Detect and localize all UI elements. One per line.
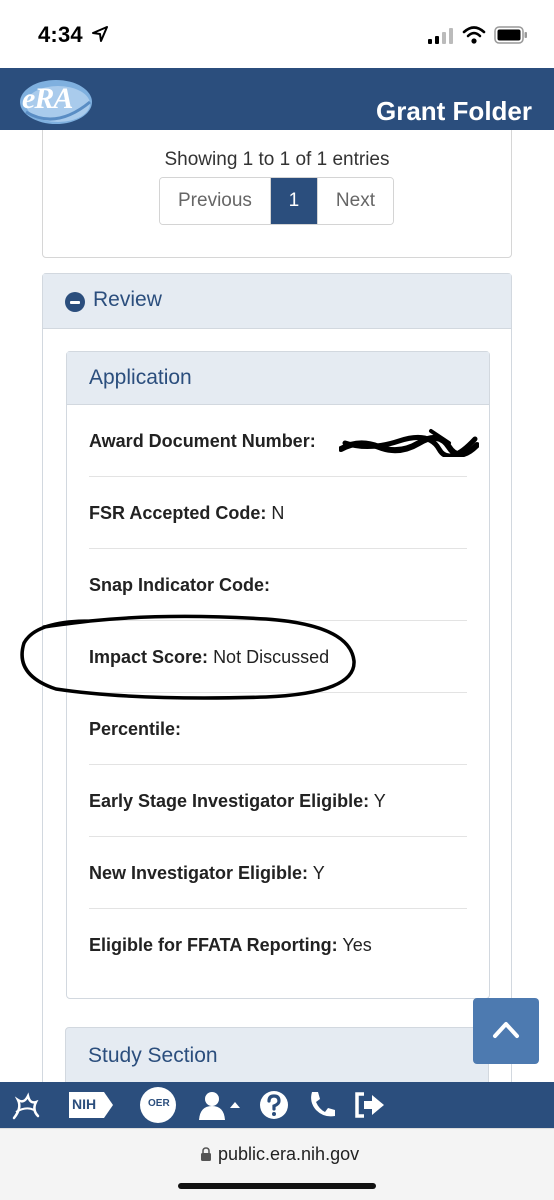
url-text[interactable]: public.era.nih.gov [218, 1144, 359, 1165]
field-new-investigator: New Investigator Eligible: Y [89, 837, 467, 909]
field-label: Eligible for FFATA Reporting: [89, 935, 338, 955]
page-1-button[interactable]: 1 [270, 178, 317, 224]
field-fsr-accepted-code: FSR Accepted Code: N [89, 477, 467, 549]
wifi-icon [462, 26, 486, 44]
field-value: Y [373, 791, 386, 811]
application-header: Application [67, 352, 489, 405]
field-label: Early Stage Investigator Eligible: [89, 791, 370, 811]
phone-icon[interactable] [306, 1088, 336, 1122]
browser-address-bar[interactable]: public.era.nih.gov [0, 1128, 554, 1200]
main-content[interactable]: Showing 1 to 1 of 1 entries Previous 1 N… [0, 130, 554, 1082]
application-title: Application [89, 366, 192, 389]
status-bar: 4:34 [0, 0, 554, 68]
lock-icon [201, 1147, 211, 1161]
field-label: New Investigator Eligible: [89, 863, 309, 883]
chevron-up-icon [493, 1022, 519, 1038]
nih-icon[interactable]: NIH [68, 1090, 114, 1120]
field-percentile: Percentile: [89, 693, 467, 765]
oer-icon[interactable]: OER [140, 1087, 176, 1123]
location-arrow-icon [92, 26, 108, 42]
logout-icon[interactable] [352, 1088, 386, 1122]
oer-label: OER [148, 1098, 170, 1109]
logo-text: eRA [22, 82, 73, 115]
field-award-document-number: Award Document Number: [89, 405, 479, 477]
nih-label: NIH [72, 1096, 97, 1112]
app-header: eRA Grant Folder [0, 68, 554, 130]
help-icon[interactable] [258, 1088, 290, 1122]
status-time: 4:34 [38, 22, 83, 47]
field-label: Snap Indicator Code: [89, 575, 271, 595]
field-value: Y [312, 863, 325, 883]
next-page-button[interactable]: Next [316, 178, 393, 224]
hhs-icon[interactable] [8, 1088, 44, 1122]
previous-page-button[interactable]: Previous [160, 178, 271, 224]
page-title: Grant Folder [375, 96, 532, 126]
battery-icon [494, 26, 527, 44]
hand-drawn-circle [20, 614, 356, 700]
review-header[interactable]: Review [43, 274, 511, 329]
nih-toolbar: NIH OER [0, 1082, 554, 1128]
entries-panel: Showing 1 to 1 of 1 entries Previous 1 N… [42, 130, 512, 258]
scroll-to-top-button[interactable] [473, 998, 539, 1064]
home-indicator [178, 1183, 376, 1189]
field-label: Award Document Number: [89, 431, 316, 451]
field-early-stage-investigator: Early Stage Investigator Eligible: Y [89, 765, 467, 837]
study-section-panel[interactable]: Study Section [65, 1027, 489, 1082]
field-ffata-reporting: Eligible for FFATA Reporting: Yes [89, 909, 467, 981]
pagination: Previous 1 Next [159, 177, 394, 225]
field-value: N [271, 503, 285, 523]
review-title: Review [93, 288, 162, 311]
field-label: FSR Accepted Code: [89, 503, 267, 523]
phone-screen: 4:34 eRA Grant Folder Showing 1 to 1 of … [0, 0, 554, 1200]
field-snap-indicator-code: Snap Indicator Code: [89, 549, 467, 621]
cellular-signal-icon [428, 28, 453, 44]
study-section-title: Study Section [88, 1044, 218, 1067]
user-dropdown-icon[interactable] [196, 1088, 244, 1122]
entries-summary: Showing 1 to 1 of 1 entries [164, 149, 390, 170]
redaction-scribble [339, 429, 479, 457]
field-label: Percentile: [89, 719, 182, 739]
collapse-minus-icon[interactable] [65, 292, 85, 312]
field-value: Yes [342, 935, 372, 955]
